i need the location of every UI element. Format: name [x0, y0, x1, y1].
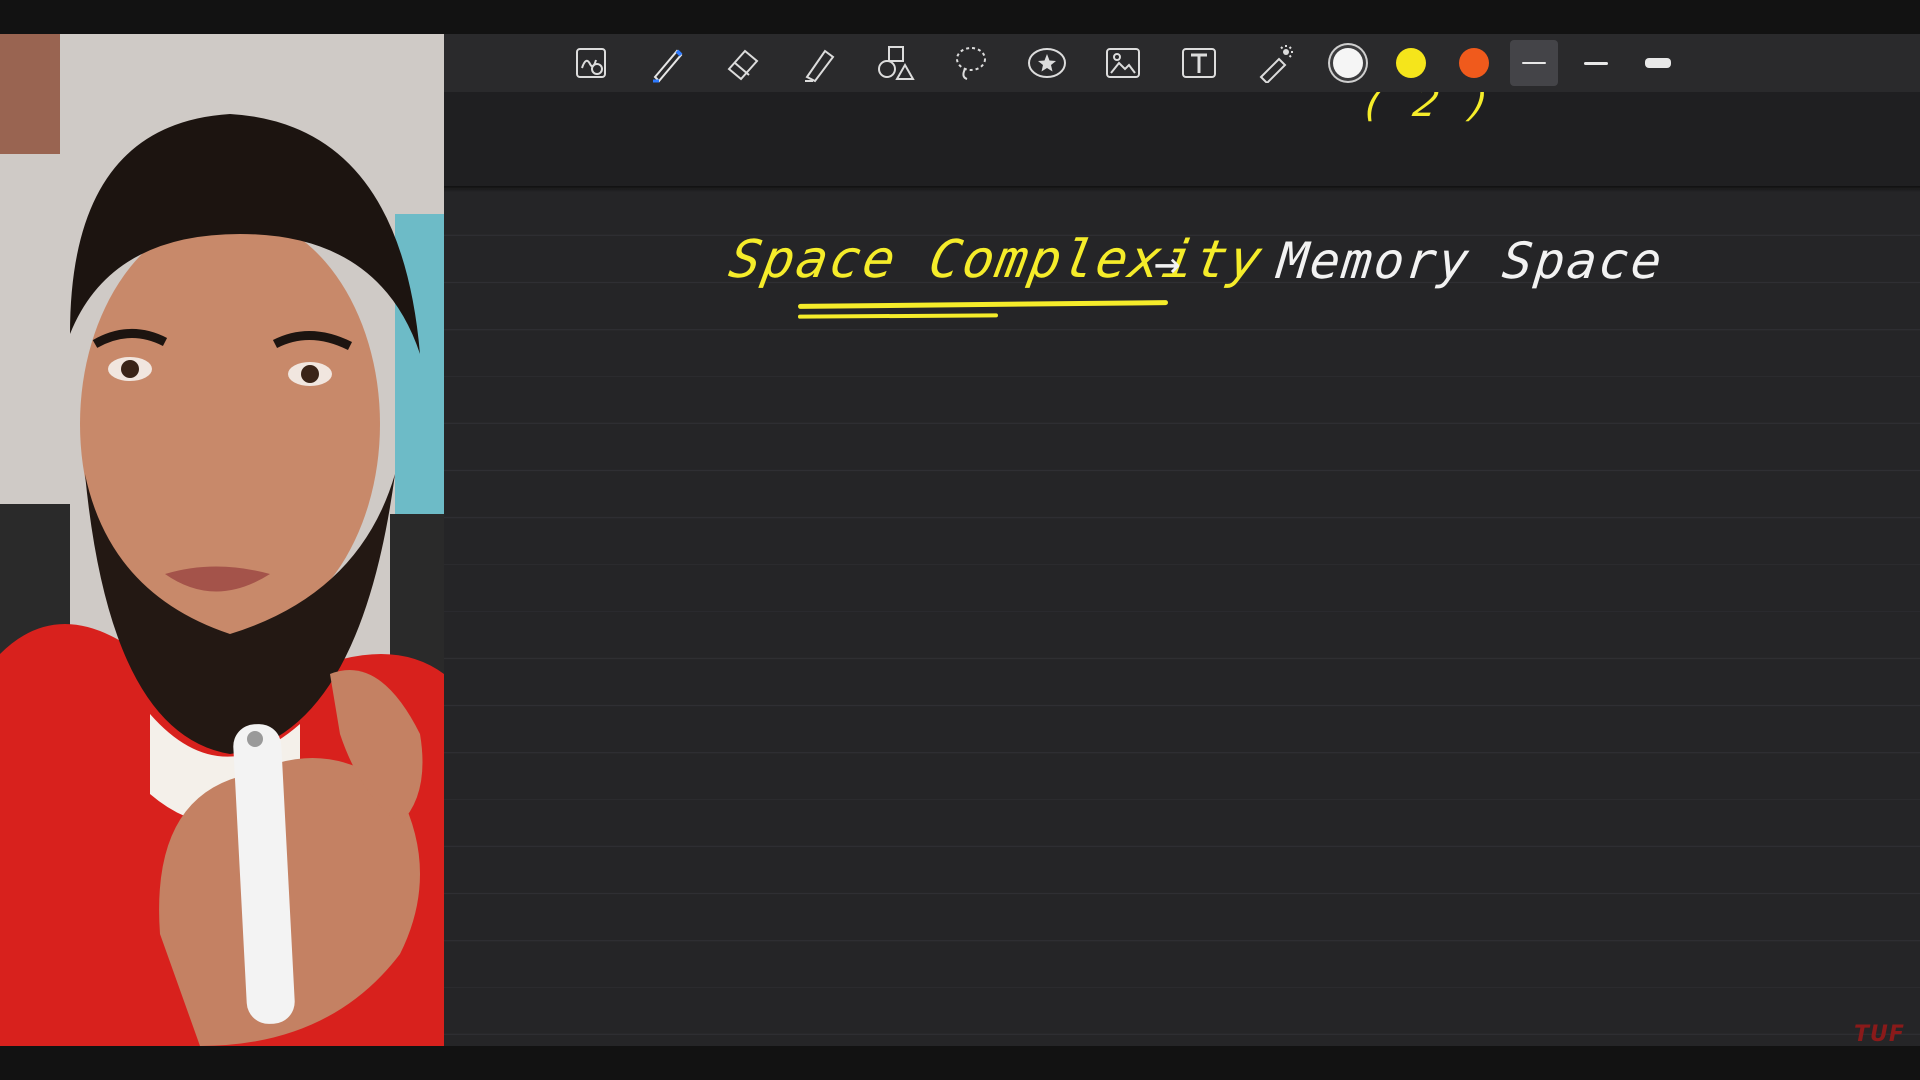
text-icon [1182, 48, 1216, 78]
drawing-toolbar [444, 34, 1920, 92]
thick-line-icon [1645, 58, 1671, 68]
eraser-icon [727, 49, 759, 81]
eraser-tool-button[interactable] [720, 40, 766, 86]
stroke-width-medium[interactable] [1572, 40, 1620, 86]
pen-tool-button[interactable] [644, 40, 690, 86]
shapes-tool-button[interactable] [872, 40, 918, 86]
zoom-canvas-button[interactable] [568, 40, 614, 86]
top-letterbox [0, 0, 1920, 34]
thin-line-icon [1522, 62, 1546, 64]
sticker-tool-button[interactable] [1024, 40, 1070, 86]
highlighter-icon [805, 49, 835, 83]
presenter-image [0, 34, 444, 1046]
bottom-letterbox [0, 1046, 1920, 1080]
arrow-mark: → [1154, 238, 1183, 289]
heading-underline [797, 300, 1169, 309]
color-yellow-swatch[interactable] [1396, 48, 1426, 78]
laser-pointer-icon [1259, 45, 1293, 83]
laser-pointer-tool-button[interactable] [1252, 40, 1298, 86]
shapes-icon [878, 46, 915, 80]
memory-space-definition: Memory Space [1274, 232, 1667, 290]
highlighter-tool-button[interactable] [796, 40, 842, 86]
text-tool-button[interactable] [1176, 40, 1222, 86]
lasso-tool-button[interactable] [948, 40, 994, 86]
stroke-width-thin[interactable] [1510, 40, 1558, 86]
color-white-swatch[interactable] [1333, 48, 1363, 78]
image-icon [1106, 48, 1140, 78]
image-tool-button[interactable] [1100, 40, 1146, 86]
space-complexity-heading: Space Complexity [724, 230, 1269, 290]
pen-icon [653, 49, 683, 83]
page-divider [444, 186, 1920, 192]
whiteboard-canvas[interactable]: ( 2 ) Space Complexity → Memory Space [444, 34, 1920, 1046]
tuf-watermark-logo: TUF [1854, 1022, 1905, 1047]
heading-underline-second [797, 313, 999, 319]
color-orange-swatch[interactable] [1459, 48, 1489, 78]
stroke-width-thick[interactable] [1634, 40, 1682, 86]
sticker-icon [1028, 48, 1066, 78]
webcam-video-panel [0, 34, 444, 1046]
zoom-canvas-icon [576, 48, 606, 78]
medium-line-icon [1584, 61, 1608, 65]
lasso-icon [956, 47, 986, 80]
